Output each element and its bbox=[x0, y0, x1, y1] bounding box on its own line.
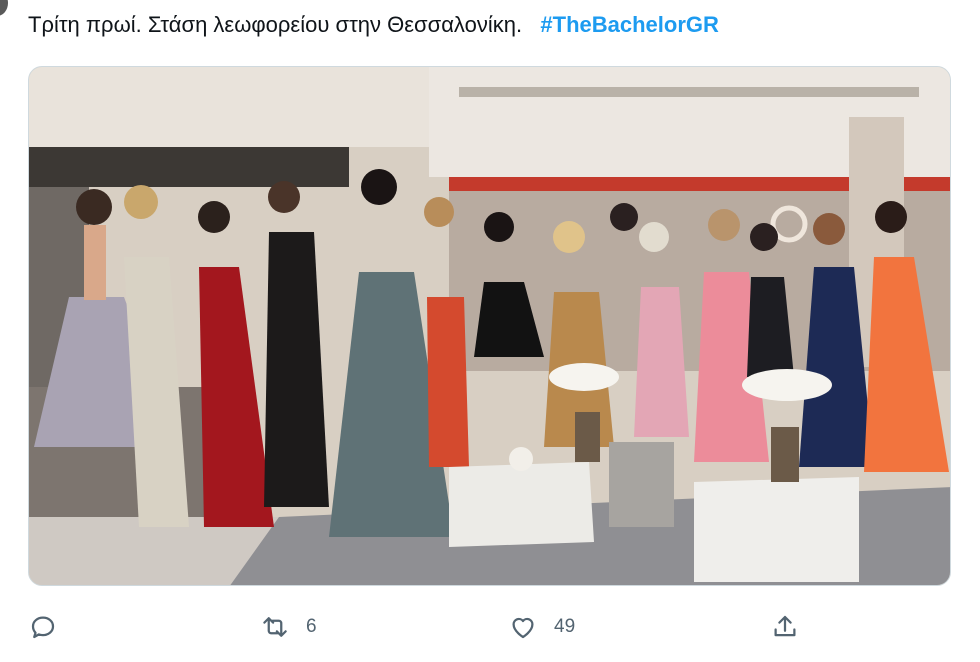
retweet-count: 6 bbox=[306, 616, 317, 637]
share-button[interactable] bbox=[770, 610, 800, 644]
tweet-text: Τρίτη πρωί. Στάση λεωφορείου στην Θεσσαλ… bbox=[28, 10, 719, 40]
heart-icon bbox=[512, 617, 534, 639]
comment-bubble-icon bbox=[31, 616, 55, 639]
tweet-body: Τρίτη πρωί. Στάση λεωφορείου στην Θεσσαλ… bbox=[28, 12, 523, 37]
reply-button[interactable] bbox=[28, 610, 58, 644]
retweet-button[interactable]: 6 bbox=[260, 610, 317, 644]
tweet-photo[interactable] bbox=[28, 66, 951, 586]
retweet-arrows-icon bbox=[263, 617, 287, 637]
hashtag-link[interactable]: #TheBachelorGR bbox=[540, 12, 719, 37]
share-upload-icon bbox=[774, 615, 796, 637]
photo-scene bbox=[29, 67, 950, 585]
like-button[interactable]: 49 bbox=[508, 610, 575, 644]
like-count: 49 bbox=[554, 616, 576, 637]
tweet-actions: 6 49 bbox=[0, 600, 980, 656]
avatar[interactable] bbox=[0, 0, 8, 18]
